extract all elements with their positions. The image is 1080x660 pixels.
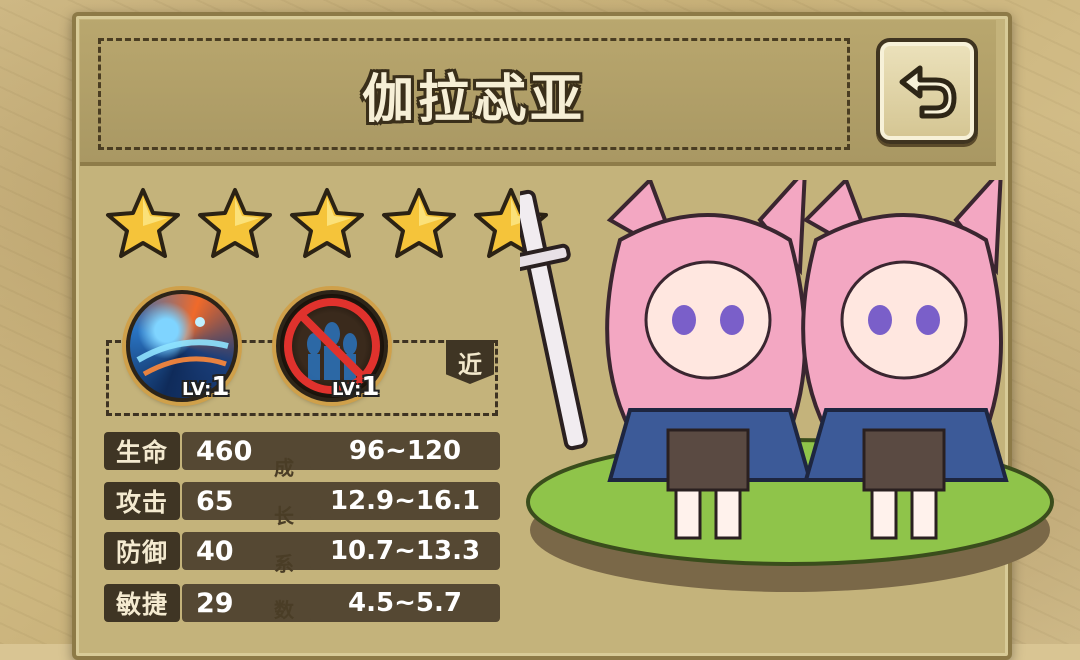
skill-2-level: LV:1 bbox=[332, 372, 380, 402]
stat-label: 攻击 bbox=[104, 482, 180, 520]
stat-label: 生命 bbox=[104, 432, 180, 470]
hero-portrait bbox=[508, 164, 1060, 640]
star-icon bbox=[104, 186, 182, 260]
growth-value-agility: 4.5~5.7 bbox=[310, 584, 500, 622]
star-icon bbox=[380, 186, 458, 260]
stat-label: 敏捷 bbox=[104, 584, 180, 622]
skill-1-level: LV:1 bbox=[182, 372, 230, 402]
star-rating bbox=[104, 186, 550, 260]
growth-label-char: 数 bbox=[274, 598, 294, 622]
title-frame: 伽拉忒亚 bbox=[98, 38, 850, 150]
growth-value-attack: 12.9~16.1 bbox=[310, 482, 500, 520]
growth-label-char: 长 bbox=[274, 504, 294, 528]
star-icon bbox=[196, 186, 274, 260]
growth-label-char: 成 bbox=[274, 456, 294, 480]
growth-value-defense: 10.7~13.3 bbox=[310, 532, 500, 570]
hero-name: 伽拉忒亚 bbox=[361, 69, 586, 130]
growth-label-char: 系 bbox=[274, 552, 294, 576]
star-icon bbox=[288, 186, 366, 260]
stat-label: 防御 bbox=[104, 532, 180, 570]
back-button[interactable] bbox=[876, 38, 978, 144]
growth-value-hp: 96~120 bbox=[310, 432, 500, 470]
return-arrow-icon bbox=[899, 65, 957, 119]
hero-character-art bbox=[508, 164, 1054, 592]
sword-icon bbox=[508, 189, 588, 451]
